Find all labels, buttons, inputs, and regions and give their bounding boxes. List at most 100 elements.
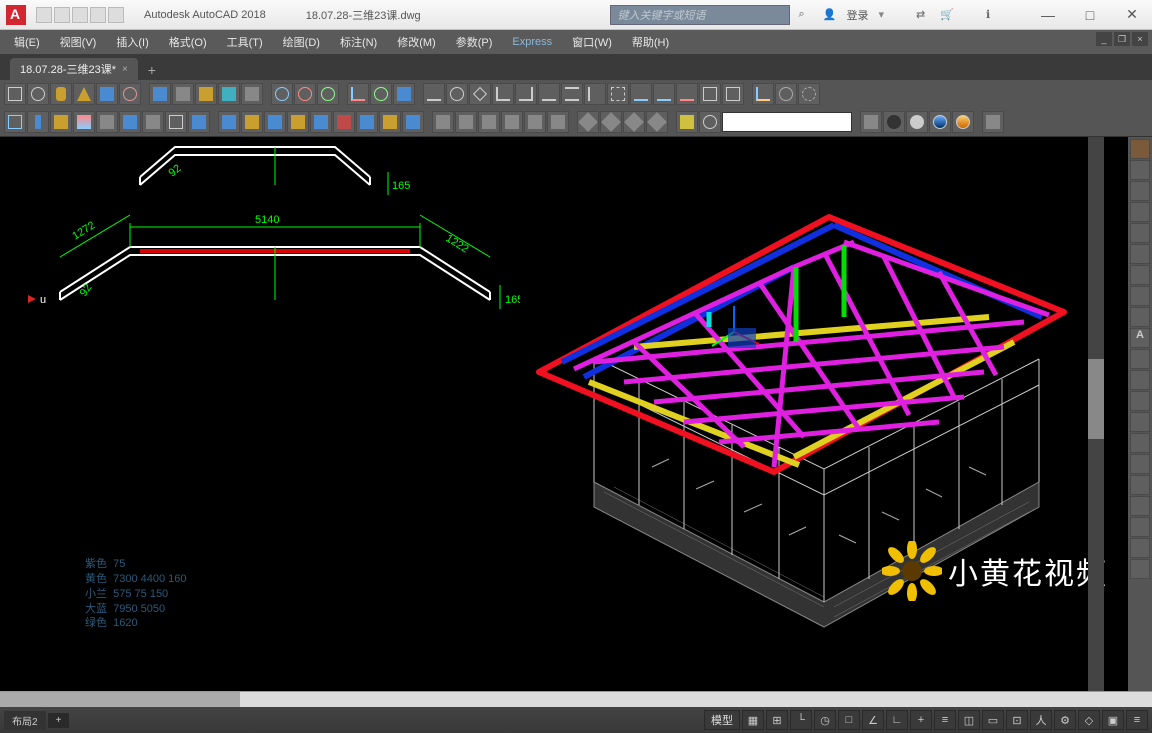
tool-union-icon[interactable] (271, 83, 293, 105)
new-tab-button[interactable]: + (140, 60, 164, 80)
rtool-fillet-icon[interactable] (1130, 475, 1150, 495)
menu-modify[interactable]: 修改(M) (387, 32, 446, 52)
layer-selector[interactable] (722, 112, 852, 132)
mdi-close-icon[interactable]: × (1132, 32, 1148, 46)
login-label[interactable]: 登录 (846, 7, 868, 23)
tool-face4-icon[interactable] (287, 111, 309, 133)
menu-format[interactable]: 格式(O) (159, 32, 217, 52)
tool-copy-icon[interactable] (4, 111, 26, 133)
tool-face7-icon[interactable] (356, 111, 378, 133)
tool-trim-icon[interactable] (188, 111, 210, 133)
rtool-trim-icon[interactable] (1130, 433, 1150, 453)
tool-face1-icon[interactable] (218, 111, 240, 133)
status-grid-icon[interactable]: ▦ (742, 710, 764, 730)
tool-dim5-icon[interactable] (515, 83, 537, 105)
tool-dim1-icon[interactable] (423, 83, 445, 105)
tool-view1-icon[interactable] (432, 111, 454, 133)
model-tab[interactable]: 模型 (704, 710, 740, 730)
tool-view5-icon[interactable] (524, 111, 546, 133)
status-ortho-icon[interactable]: └ (790, 710, 812, 730)
menu-draw[interactable]: 绘图(D) (273, 32, 330, 52)
tool-sweep-icon[interactable] (195, 83, 217, 105)
scrollbar-horizontal[interactable] (0, 691, 1152, 707)
tool-section-icon[interactable] (393, 83, 415, 105)
menu-edit[interactable]: 辑(E) (4, 32, 50, 52)
status-polar-icon[interactable]: ◷ (814, 710, 836, 730)
status-clean-icon[interactable]: ▣ (1102, 710, 1124, 730)
rtool-layers-icon[interactable] (1130, 202, 1150, 222)
tool-dim9-icon[interactable] (607, 83, 629, 105)
qat-save-icon[interactable] (72, 7, 88, 23)
status-otrack-icon[interactable]: ∠ (862, 710, 884, 730)
tool-mirror-icon[interactable] (27, 111, 49, 133)
status-cust-icon[interactable]: ≡ (1126, 710, 1148, 730)
tool-vis4-icon[interactable] (646, 111, 668, 133)
status-tsp-icon[interactable]: ◫ (958, 710, 980, 730)
rtool-explode-icon[interactable] (1130, 517, 1150, 537)
tool-dim6-icon[interactable] (538, 83, 560, 105)
tool-stretch-icon[interactable] (165, 111, 187, 133)
layout-tab[interactable]: 布局2 (4, 711, 46, 730)
tool-wedge-icon[interactable] (96, 83, 118, 105)
tool-rotate-icon[interactable] (119, 111, 141, 133)
tool-view2-icon[interactable] (455, 111, 477, 133)
tool-array-icon[interactable] (73, 111, 95, 133)
tool-dim12-icon[interactable] (676, 83, 698, 105)
status-qp-icon[interactable]: ▭ (982, 710, 1004, 730)
status-ws-icon[interactable]: ⚙ (1054, 710, 1076, 730)
menu-express[interactable]: Express (502, 34, 562, 50)
rtool-rect-icon[interactable] (1130, 307, 1150, 327)
close-button[interactable]: ✕ (1112, 3, 1152, 27)
status-iso-icon[interactable]: ◇ (1078, 710, 1100, 730)
rtool-extend-icon[interactable] (1130, 454, 1150, 474)
tool-view4-icon[interactable] (501, 111, 523, 133)
rtool-scale-icon[interactable] (1130, 286, 1150, 306)
rtool-arc-icon[interactable] (1130, 391, 1150, 411)
tool-vis2-icon[interactable] (600, 111, 622, 133)
tool-intersect-icon[interactable] (317, 83, 339, 105)
tool-face9-icon[interactable] (402, 111, 424, 133)
status-sc-icon[interactable]: ⊡ (1006, 710, 1028, 730)
status-osnap-icon[interactable]: □ (838, 710, 860, 730)
tool-render5-icon[interactable] (952, 111, 974, 133)
tool-view3-icon[interactable] (478, 111, 500, 133)
qat-new-icon[interactable] (36, 7, 52, 23)
tool-dim2-icon[interactable] (446, 83, 468, 105)
tool-ucs2-icon[interactable] (752, 83, 774, 105)
tool-view6-icon[interactable] (547, 111, 569, 133)
tool-box-icon[interactable] (4, 83, 26, 105)
tool-render2-icon[interactable] (883, 111, 905, 133)
qat-open-icon[interactable] (54, 7, 70, 23)
rtool-circle-icon[interactable] (1130, 412, 1150, 432)
tool-subtract-icon[interactable] (294, 83, 316, 105)
tool-cylinder-icon[interactable] (50, 83, 72, 105)
tool-face8-icon[interactable] (379, 111, 401, 133)
search-icon[interactable]: ⌕ (798, 8, 812, 22)
tool-face5-icon[interactable] (310, 111, 332, 133)
rtool-pencil-icon[interactable] (1130, 139, 1150, 159)
help-icon[interactable]: ℹ (986, 8, 1000, 22)
tool-vis1-icon[interactable] (577, 111, 599, 133)
menu-parameters[interactable]: 参数(P) (446, 32, 503, 52)
rtool-rotate-icon[interactable] (1130, 265, 1150, 285)
tool-extrude-icon[interactable] (149, 83, 171, 105)
rtool-text-icon[interactable]: A (1130, 328, 1150, 348)
rtool-hatch-icon[interactable] (1130, 538, 1150, 558)
tool-face6-icon[interactable] (333, 111, 355, 133)
tool-dim3-icon[interactable] (469, 83, 491, 105)
menu-help[interactable]: 帮助(H) (622, 32, 679, 52)
tool-3dorbit-icon[interactable] (370, 83, 392, 105)
user-icon[interactable]: 👤 (822, 8, 836, 22)
tool-dim7-icon[interactable] (561, 83, 583, 105)
scrollbar-vertical[interactable] (1088, 137, 1104, 691)
rtool-move-icon[interactable] (1130, 244, 1150, 264)
tool-zoom-icon[interactable] (699, 111, 721, 133)
tool-dim8-icon[interactable] (584, 83, 606, 105)
status-snap-icon[interactable]: ⊞ (766, 710, 788, 730)
menu-insert[interactable]: 插入(I) (106, 32, 158, 52)
rtool-copy-icon[interactable] (1130, 223, 1150, 243)
rtool-orbit-icon[interactable] (1130, 160, 1150, 180)
tool-layer-icon[interactable] (676, 111, 698, 133)
tool-presspull-icon[interactable] (172, 83, 194, 105)
tool-revolve-icon[interactable] (218, 83, 240, 105)
